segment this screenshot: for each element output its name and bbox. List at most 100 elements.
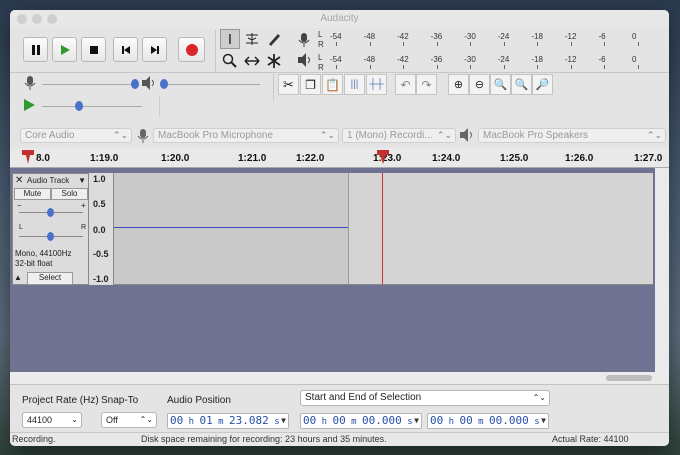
record-meter[interactable]: -54 -48 -42 -36 -30 -24 -18 -12 -6 0 [328,30,653,46]
chevron-updown-icon: ⌃⌄ [532,393,546,402]
i-beam-icon: I [227,30,233,48]
undo-button[interactable]: ↶ [395,74,416,95]
status-bar: Recording. Disk space remaining for reco… [10,432,669,446]
selection-start-field[interactable]: 00 h 00 m 00.000 s ▼ [300,413,422,429]
playback-meter-speaker-icon[interactable] [297,52,313,71]
meter-scale-label: -18 [531,55,543,64]
zoom-toggle-button[interactable]: 🔎 [532,74,553,95]
gain-thumb[interactable] [47,208,54,217]
track-close-button[interactable]: ✕ [15,175,23,186]
track-name-menu[interactable]: Audio Track ▼ [27,175,87,186]
playback-volume-slider[interactable] [160,84,260,85]
meter-scale-label: -36 [430,32,443,41]
meter-scale-label: -30 [464,55,476,64]
pause-button[interactable] [23,37,48,62]
zoom-in-icon: ⊕ [453,79,464,91]
vertical-scrollbar[interactable] [655,168,669,372]
select-track-button[interactable]: Select [27,272,73,285]
collapse-track-button[interactable]: ▲ [14,273,26,284]
pan-thumb[interactable] [47,232,54,241]
window-title: Audacity [320,13,359,24]
close-window-button[interactable] [17,14,27,24]
zoom-tool[interactable] [220,51,240,71]
minimize-window-button[interactable] [32,14,42,24]
paste-button[interactable]: 📋 [322,74,343,95]
fit-project-button[interactable]: 🔍 [511,74,532,95]
vertical-scale[interactable]: 1.0 0.5 0.0 -0.5 -1.0 [89,173,114,285]
recording-device-select[interactable]: MacBook Pro Microphone ⌃⌄ [153,128,339,143]
recording-volume-slider[interactable] [42,84,134,85]
copy-icon: ❐ [305,77,316,92]
arrows-horizontal-icon [244,56,260,66]
track-control-panel[interactable]: ✕ Audio Track ▼ Mute Solo − + L R Mono, … [12,173,89,285]
record-icon [185,43,198,56]
fit-selection-button[interactable]: 🔍 [490,74,511,95]
title-bar: Audacity [10,10,669,28]
selection-tool[interactable]: I [220,29,240,49]
selection-mode-select[interactable]: Start and End of Selection ⌃⌄ [300,390,550,406]
solo-button[interactable]: Solo [51,188,88,200]
timeline-ruler[interactable]: 8.0 1:19.0 1:20.0 1:21.0 1:22.0 1:23.0 1… [10,148,669,168]
audio-host-select[interactable]: Core Audio ⌃⌄ [20,128,132,143]
record-button[interactable] [178,37,205,62]
cut-button[interactable]: ✂ [278,74,299,95]
zoom-in-button[interactable]: ⊕ [448,74,469,95]
meter-scale-label: -6 [598,55,606,64]
waveform-area[interactable] [114,173,653,285]
mute-button[interactable]: Mute [14,188,51,200]
zoom-window-button[interactable] [47,14,57,24]
zoom-toggle-icon: 🔎 [535,79,550,91]
playback-device-value: MacBook Pro Speakers [483,130,589,141]
trim-button[interactable]: ||| [344,74,365,95]
snap-to-select[interactable]: Off ⌃⌄ [101,412,157,428]
recording-volume-thumb[interactable] [131,79,139,89]
dropdown-arrow-icon: ▼ [541,416,546,425]
skip-to-start-button[interactable] [113,37,138,62]
meter-scale-label: -48 [363,55,376,64]
record-meter-mic-icon[interactable] [297,32,311,51]
skip-to-end-button[interactable] [142,37,167,62]
ruler-tick: 1:22.0 [296,153,325,164]
stop-button[interactable] [81,37,106,62]
skip-end-icon [150,45,159,54]
track-format: Mono, 44100Hz [15,249,72,258]
zoom-out-button[interactable]: ⊖ [469,74,490,95]
copy-button[interactable]: ❐ [300,74,321,95]
play-button[interactable] [52,37,77,62]
status-disk-space: Disk space remaining for recording: 23 h… [141,434,387,444]
playback-device-select[interactable]: MacBook Pro Speakers ⌃⌄ [478,128,666,143]
playhead-marker-icon[interactable] [377,150,389,169]
ruler-tick: 1:24.0 [432,153,461,164]
mic-volume-icon [24,75,36,94]
gain-plus-label: + [81,201,86,210]
audio-position-field[interactable]: 00 h 01 m 23.082 s ▼ [167,413,289,429]
chevron-updown-icon: ⌃⌄ [139,415,153,424]
pencil-icon [269,34,280,46]
selection-end-field[interactable]: 00 h 00 m 00.000 s ▼ [427,413,549,429]
multi-tool[interactable] [264,51,284,71]
chevron-updown-icon: ⌃⌄ [319,130,335,140]
meter-scale-label: -12 [564,55,577,64]
audio-host-value: Core Audio [25,130,75,141]
redo-button[interactable]: ↷ [416,74,437,95]
horizontal-scrollbar[interactable] [10,372,669,384]
scale-label: 0.0 [93,225,106,235]
scale-label: -1.0 [93,274,109,284]
draw-tool[interactable] [264,29,284,49]
play-at-speed-button[interactable] [22,98,36,115]
play-speed-slider[interactable] [42,106,142,107]
time-shift-tool[interactable] [242,51,262,71]
meter-scale-label: -36 [430,55,443,64]
horizontal-scroll-thumb[interactable] [606,375,652,381]
playback-meter[interactable]: -54 -48 -42 -36 -30 -24 -18 -12 -6 0 [328,53,653,69]
meter-scale-label: -42 [397,55,409,64]
project-rate-select[interactable]: 44100 ⌄ [22,412,82,428]
play-speed-thumb[interactable] [75,101,83,111]
playback-volume-thumb[interactable] [160,79,168,89]
envelope-tool[interactable] [242,29,262,49]
pin-icon[interactable] [21,150,35,169]
tracks-area[interactable]: ✕ Audio Track ▼ Mute Solo − + L R Mono, … [10,168,655,372]
silence-button[interactable]: ┼┼ [366,74,387,95]
dropdown-arrow-icon: ▼ [414,416,419,425]
recording-channels-select[interactable]: 1 (Mono) Recordi... ⌃⌄ [342,128,456,143]
